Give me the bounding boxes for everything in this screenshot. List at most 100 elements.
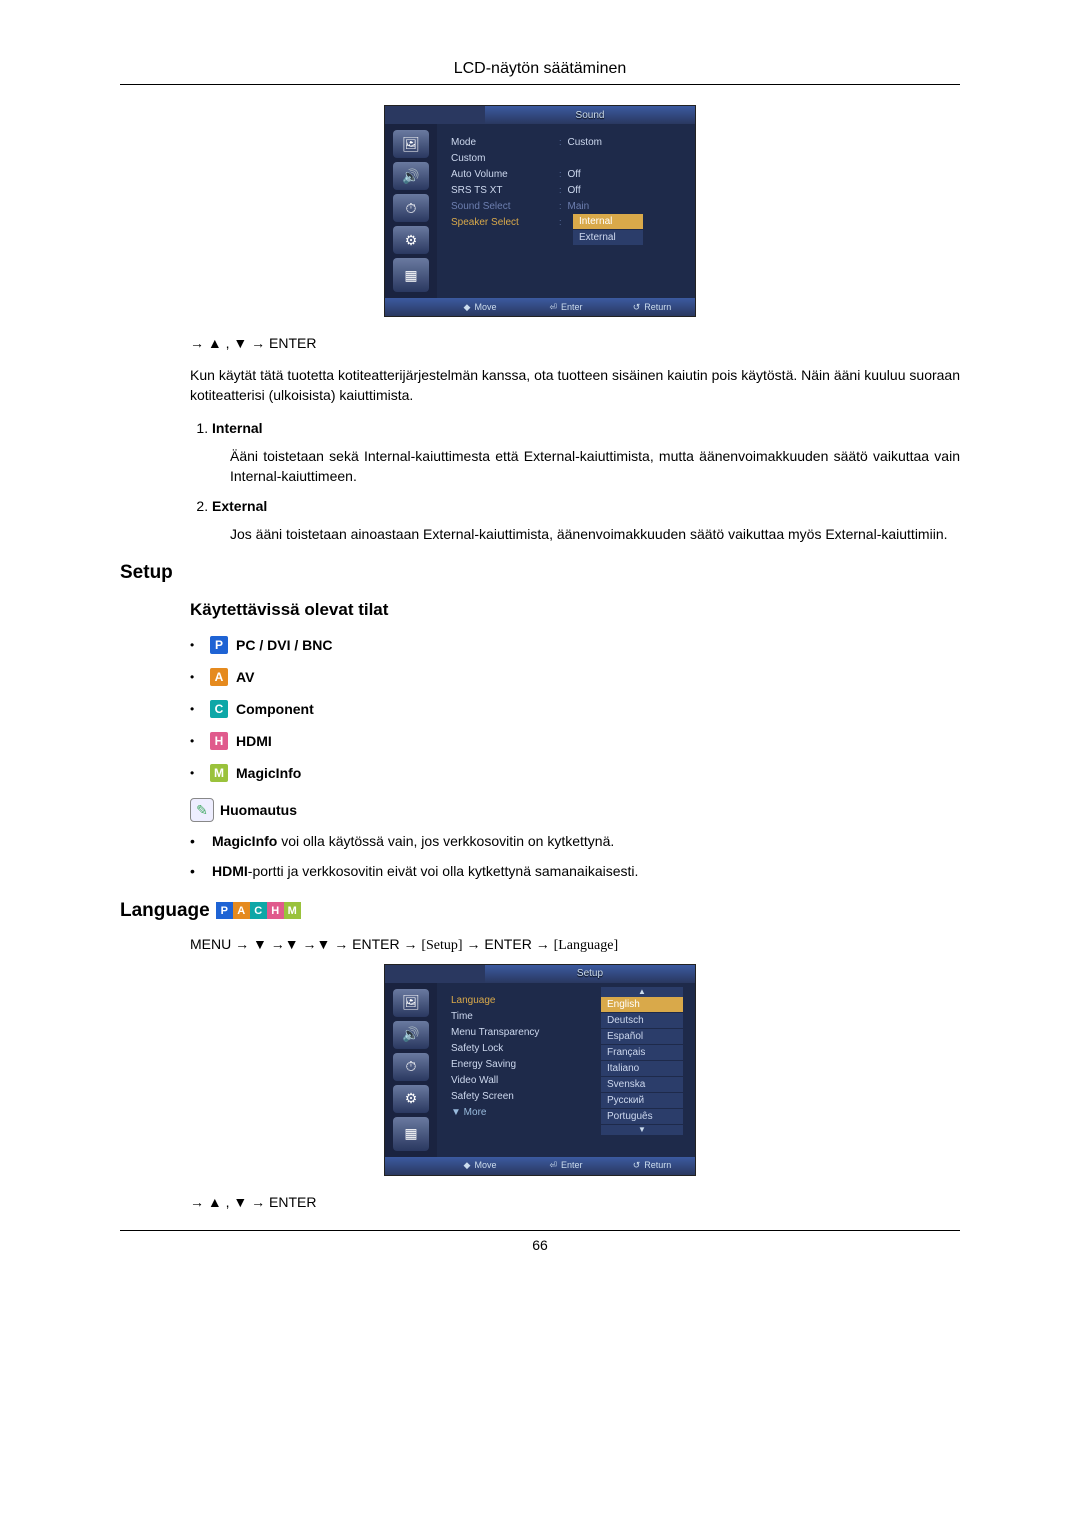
osd-setup-menu: Setup 🖼 🔊 ⏱ ⚙ ▦ ▲ English Deutsch Españo… (384, 964, 696, 1176)
osd-option: Português (601, 1109, 683, 1125)
nav-sequence: → ▲ , ▼ → ENTER (190, 1194, 960, 1210)
footer-return: Return (644, 1160, 671, 1170)
menu-path: MENU → ▼ →▼ →▼ → ENTER → [Setup] → ENTER… (190, 936, 960, 954)
osd-row-label: SRS TS XT (451, 185, 559, 196)
setup-icon: ⏱ (393, 1053, 429, 1081)
osd-option: Italiano (601, 1061, 683, 1077)
list-item-body: Ääni toistetaan sekä Internal-kaiuttimes… (212, 446, 960, 487)
osd-sound-menu: Sound 🖼 🔊 ⏱ ⚙ ▦ Mode:Custom Custom Auto … (384, 105, 696, 317)
footer-enter: Enter (561, 1160, 583, 1170)
page-number: 66 (120, 1237, 960, 1253)
note-label: Huomautus (220, 802, 297, 818)
footer-return: Return (644, 302, 671, 312)
osd-option-selected: Internal (573, 214, 643, 230)
nav-sequence: → ▲ , ▼ → ENTER (190, 335, 960, 351)
mode-badge-a: A (210, 668, 228, 686)
osd-title: Setup (485, 965, 695, 983)
mode-label: HDMI (236, 733, 272, 749)
osd-language-dropdown: ▲ English Deutsch Español Français Itali… (601, 987, 683, 1135)
language-heading: Language P A C H M (120, 900, 960, 922)
osd-row-label: Video Wall (451, 1075, 559, 1086)
osd-row-label: Mode (451, 137, 559, 148)
osd-footer: ◆Move ⏎ Enter ↺Return (385, 1157, 695, 1175)
modes-heading: Käytettävissä olevat tilat (190, 600, 960, 620)
multi-icon: ⚙ (393, 1085, 429, 1113)
osd-row-label: Energy Saving (451, 1059, 559, 1070)
osd-footer: ◆Move ⏎ Enter ↺Return (385, 298, 695, 316)
bullet-icon: • (190, 862, 202, 882)
mode-badge-h: H (210, 732, 228, 750)
return-icon: ↺ (633, 302, 641, 312)
note-text: HDMI-portti ja verkkosovitin eivät voi o… (212, 862, 638, 882)
osd-row-label: Menu Transparency (451, 1027, 559, 1038)
osd-sidebar: 🖼 🔊 ⏱ ⚙ ▦ (385, 983, 437, 1157)
mode-badge-p: P (216, 902, 233, 919)
mode-badge-m: M (284, 902, 301, 919)
bullet-icon: • (190, 766, 202, 780)
mode-label: AV (236, 669, 254, 685)
mode-badge-h: H (267, 902, 284, 919)
note-icon: ✎ (190, 798, 214, 822)
sound-icon: 🔊 (393, 1021, 429, 1049)
language-mode-badges: P A C H M (216, 902, 301, 919)
picture-icon: 🖼 (393, 989, 429, 1017)
mode-badge-c: C (250, 902, 267, 919)
mode-label: MagicInfo (236, 765, 301, 781)
osd-row-value: Off (568, 185, 581, 196)
picture-icon: 🖼 (393, 130, 429, 158)
bullet-icon: • (190, 638, 202, 652)
osd-option: Русский (601, 1093, 683, 1109)
osd-row-value: Custom (568, 137, 602, 148)
move-icon: ◆ (464, 1160, 471, 1170)
footer-move: Move (474, 1160, 496, 1170)
bullet-icon: • (190, 670, 202, 684)
osd-row-label: Speaker Select (451, 217, 559, 228)
enter-icon: ⏎ (549, 302, 557, 312)
footer-enter: Enter (561, 302, 583, 312)
info-icon: ▦ (393, 1117, 429, 1151)
osd-row-label: Auto Volume (451, 169, 559, 180)
osd-option: External (573, 230, 643, 246)
list-item-body: Jos ääni toistetaan ainoastaan External-… (212, 524, 960, 544)
osd-option: Deutsch (601, 1013, 683, 1029)
scroll-up-icon: ▲ (601, 987, 683, 997)
osd-row-label: Time (451, 1011, 559, 1022)
mode-label: Component (236, 701, 314, 717)
osd-option-selected: English (601, 997, 683, 1013)
mode-badge-p: P (210, 636, 228, 654)
mode-badge-m: M (210, 764, 228, 782)
osd-dropdown: Internal External (573, 214, 643, 246)
bullet-icon: • (190, 832, 202, 852)
move-icon: ◆ (464, 302, 471, 312)
mode-badge-c: C (210, 700, 228, 718)
bullet-icon: • (190, 702, 202, 716)
osd-row-label: Sound Select (451, 201, 559, 212)
info-icon: ▦ (393, 258, 429, 292)
footer-move: Move (474, 302, 496, 312)
enter-icon: ⏎ (549, 1160, 557, 1170)
page-header-title: LCD-näytön säätäminen (120, 60, 960, 78)
osd-option: Français (601, 1045, 683, 1061)
multi-icon: ⚙ (393, 226, 429, 254)
setup-icon: ⏱ (393, 194, 429, 222)
osd-option: Español (601, 1029, 683, 1045)
list-item-title: External (212, 498, 960, 514)
osd-row-label: Language (451, 995, 559, 1006)
sound-icon: 🔊 (393, 162, 429, 190)
intro-paragraph: Kun käytät tätä tuotetta kotiteatterijär… (190, 365, 960, 406)
osd-row-label: Safety Lock (451, 1043, 559, 1054)
osd-row-label: Custom (451, 153, 559, 164)
osd-row-value: Off (568, 169, 581, 180)
note-text: MagicInfo voi olla käytössä vain, jos ve… (212, 832, 614, 852)
osd-row-label: Safety Screen (451, 1091, 559, 1102)
osd-title: Sound (485, 106, 695, 124)
scroll-down-icon: ▼ (601, 1125, 683, 1135)
header-divider (120, 84, 960, 85)
footer-divider (120, 1230, 960, 1231)
return-icon: ↺ (633, 1160, 641, 1170)
mode-badge-a: A (233, 902, 250, 919)
osd-more-label: ▼ More (451, 1107, 559, 1118)
bullet-icon: • (190, 734, 202, 748)
setup-heading: Setup (120, 562, 960, 584)
osd-sidebar: 🖼 🔊 ⏱ ⚙ ▦ (385, 124, 437, 298)
